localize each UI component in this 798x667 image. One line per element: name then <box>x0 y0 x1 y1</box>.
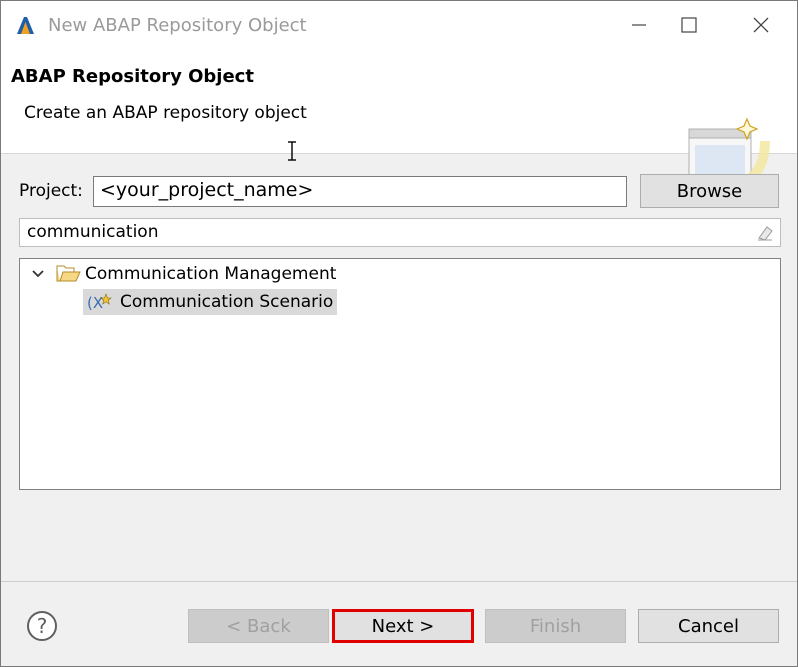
minimize-button[interactable] <box>616 1 662 49</box>
back-button[interactable]: < Back <box>188 609 329 643</box>
footer-divider <box>1 581 797 582</box>
page-title: ABAP Repository Object <box>11 66 254 87</box>
dialog-window: New ABAP Repository Object ABAP Reposito… <box>0 0 798 667</box>
help-icon[interactable]: ? <box>26 610 58 642</box>
tree-item-label: Communication Scenario <box>120 292 334 312</box>
tree-item-communication-management[interactable]: Communication Management <box>28 261 336 287</box>
project-input[interactable]: <your_project_name> <box>93 176 627 207</box>
tree-item-communication-scenario[interactable]: (X Communication Scenario <box>83 289 338 315</box>
minimize-icon <box>632 24 646 26</box>
page-description: Create an ABAP repository object <box>24 103 307 123</box>
abap-app-icon <box>15 14 37 36</box>
object-type-tree: Communication Management (X Communicatio… <box>19 258 781 490</box>
maximize-icon <box>681 17 697 33</box>
close-icon <box>753 17 769 33</box>
window-title: New ABAP Repository Object <box>48 15 307 36</box>
filter-text: communication <box>27 222 159 242</box>
svg-text:?: ? <box>37 614 48 638</box>
title-bar: New ABAP Repository Object <box>1 1 797 49</box>
chevron-down-icon[interactable] <box>28 264 48 284</box>
folder-open-icon <box>56 265 81 282</box>
maximize-button[interactable] <box>666 1 712 49</box>
tree-item-label: Communication Management <box>85 264 337 284</box>
finish-button[interactable]: Finish <box>485 609 626 643</box>
filter-input[interactable]: communication <box>19 218 781 247</box>
wizard-header: ABAP Repository Object Create an ABAP re… <box>1 49 797 190</box>
communication-scenario-icon: (X <box>87 293 112 312</box>
project-label: Project: <box>19 181 83 201</box>
close-button[interactable] <box>738 1 784 49</box>
text-cursor-icon <box>288 141 296 161</box>
svg-text:(X: (X <box>87 294 103 312</box>
browse-button[interactable]: Browse <box>640 174 779 208</box>
next-button[interactable]: Next > <box>334 611 472 641</box>
cancel-button[interactable]: Cancel <box>638 609 779 643</box>
clear-filter-icon[interactable] <box>756 224 774 242</box>
